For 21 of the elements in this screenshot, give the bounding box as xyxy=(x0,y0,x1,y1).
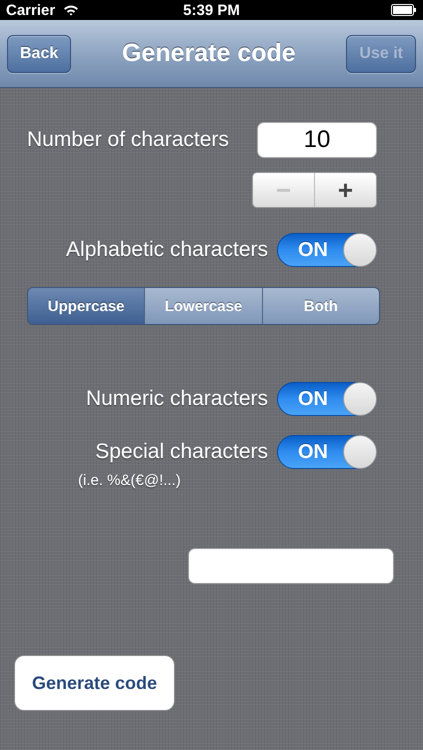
case-option[interactable]: Uppercase xyxy=(28,288,144,324)
battery-icon xyxy=(391,4,417,16)
hint-text: (i.e. %&(€@!...) xyxy=(78,472,182,489)
option-label: Special characters xyxy=(95,440,268,464)
generate-button[interactable]: Generate code xyxy=(14,655,175,711)
increment-button[interactable]: + xyxy=(314,173,376,207)
clock-time: 5:39 PM xyxy=(183,2,240,18)
length-label: Number of characters xyxy=(27,128,229,152)
option-label: Alphabetic characters xyxy=(66,238,268,262)
back-button[interactable]: Back xyxy=(7,34,72,72)
code-output-field[interactable] xyxy=(188,548,394,584)
toggle-switch[interactable]: ON xyxy=(277,233,377,267)
option-label: Numeric characters xyxy=(86,387,268,411)
length-field[interactable]: 10 xyxy=(257,122,377,158)
toggle-switch[interactable]: ON xyxy=(277,382,377,416)
screen-title: Generate code xyxy=(120,39,297,68)
case-option[interactable]: Lowercase xyxy=(144,288,262,324)
case-option[interactable]: Both xyxy=(262,288,379,324)
carrier-name: Carrier xyxy=(6,2,56,18)
wifi-icon xyxy=(63,4,80,16)
toggle-switch[interactable]: ON xyxy=(277,435,377,469)
